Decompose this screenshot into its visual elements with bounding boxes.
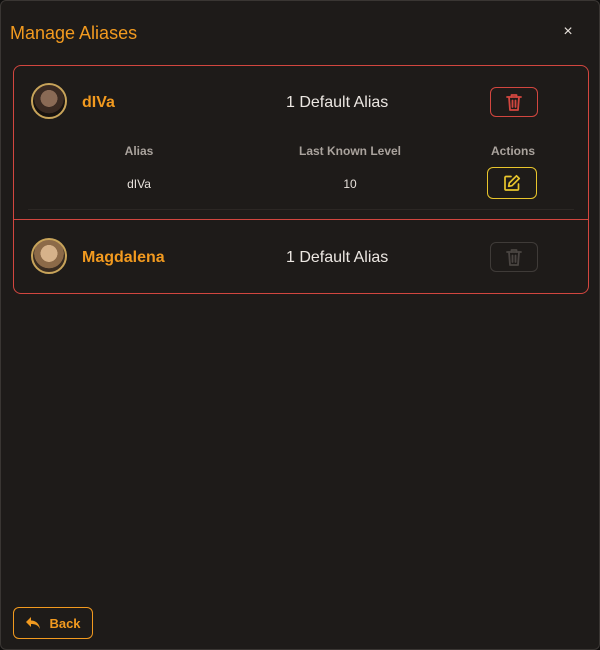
edit-alias-button[interactable] — [487, 167, 537, 199]
edit-icon — [504, 174, 521, 191]
close-button[interactable]: × — [559, 23, 577, 41]
avatar — [31, 83, 67, 119]
delete-character-button[interactable] — [490, 87, 538, 117]
back-button[interactable]: Back — [13, 607, 93, 639]
character-name: Magdalena — [82, 249, 165, 266]
alias-cell: dIVa — [127, 177, 151, 191]
close-icon: × — [563, 23, 573, 40]
delete-character-button[interactable] — [490, 242, 538, 272]
character-name: dIVa — [82, 94, 115, 111]
back-arrow-icon — [26, 617, 41, 629]
column-header-alias: Alias — [124, 144, 154, 158]
character-row-magdalena: Magdalena 1 Default Alias — [14, 220, 588, 293]
avatar — [31, 238, 67, 274]
level-cell: 10 — [343, 177, 357, 191]
column-header-level: Last Known Level — [298, 144, 402, 158]
trash-icon — [506, 249, 522, 266]
characters-panel: dIVa 1 Default Alias Alias Last Known Le… — [13, 65, 589, 294]
alias-count: 1 Default Alias — [286, 94, 389, 111]
dialog-title: Manage Aliases — [10, 23, 138, 43]
character-row-diva: dIVa 1 Default Alias Alias Last Known Le… — [14, 66, 588, 220]
column-header-actions: Actions — [490, 144, 536, 158]
alias-count: 1 Default Alias — [286, 249, 389, 266]
trash-icon — [506, 94, 522, 111]
row-separator — [28, 209, 574, 210]
back-label: Back — [49, 615, 81, 631]
manage-aliases-dialog: Manage Aliases × dIVa 1 Default Alias Al… — [0, 0, 600, 650]
